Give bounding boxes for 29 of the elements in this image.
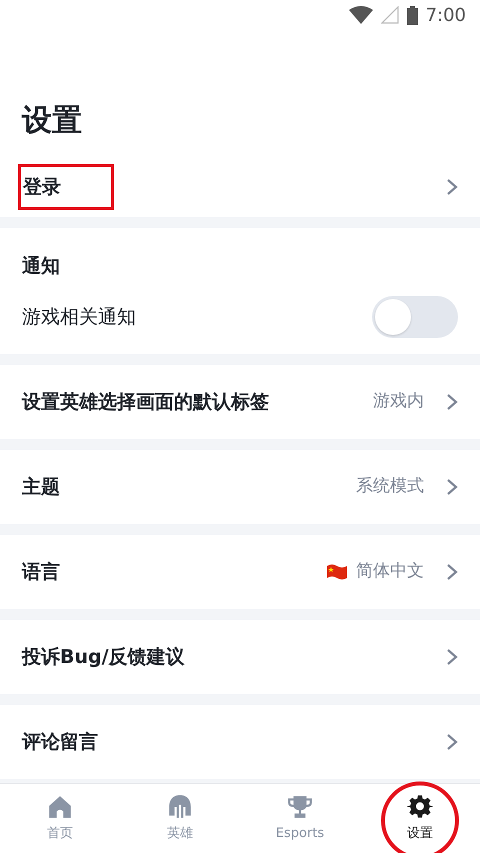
settings-row[interactable]: 登录 (0, 157, 480, 217)
helmet-icon (166, 794, 194, 820)
setting-value: 简体中文 (356, 560, 424, 584)
settings-row[interactable]: 设置英雄选择画面的默认标签 游戏内 (0, 365, 480, 439)
settings-row[interactable]: 主题 系统模式 (0, 450, 480, 524)
chevron-icon (446, 478, 458, 496)
gear-icon (406, 794, 434, 820)
chevron-icon (446, 733, 458, 751)
section-header: 通知 (22, 254, 60, 278)
nav-tab[interactable]: 设置 (360, 784, 480, 853)
chevron-icon (446, 178, 458, 196)
trophy-icon (286, 794, 314, 820)
wifi-icon (348, 6, 373, 24)
toggle-switch[interactable] (372, 296, 458, 338)
chevron-icon (446, 563, 458, 581)
page-title: 设置 (20, 102, 83, 140)
chevron-icon (446, 393, 458, 411)
status-time: 7:00 (426, 4, 466, 28)
setting-value: 系统模式 (356, 475, 424, 498)
setting-value: 游戏内 (373, 390, 424, 414)
battery-icon (406, 6, 418, 24)
setting-label: 游戏相关通知 (22, 304, 136, 330)
signal-icon (380, 6, 399, 24)
chevron-icon (446, 648, 458, 666)
settings-row[interactable]: 投诉Bug/反馈建议 (0, 620, 480, 694)
settings-row[interactable]: 语言 简体中文 (0, 535, 480, 609)
flag-icon (326, 563, 348, 581)
settings-row[interactable]: 评论留言 (0, 705, 480, 779)
home-icon (46, 794, 74, 820)
